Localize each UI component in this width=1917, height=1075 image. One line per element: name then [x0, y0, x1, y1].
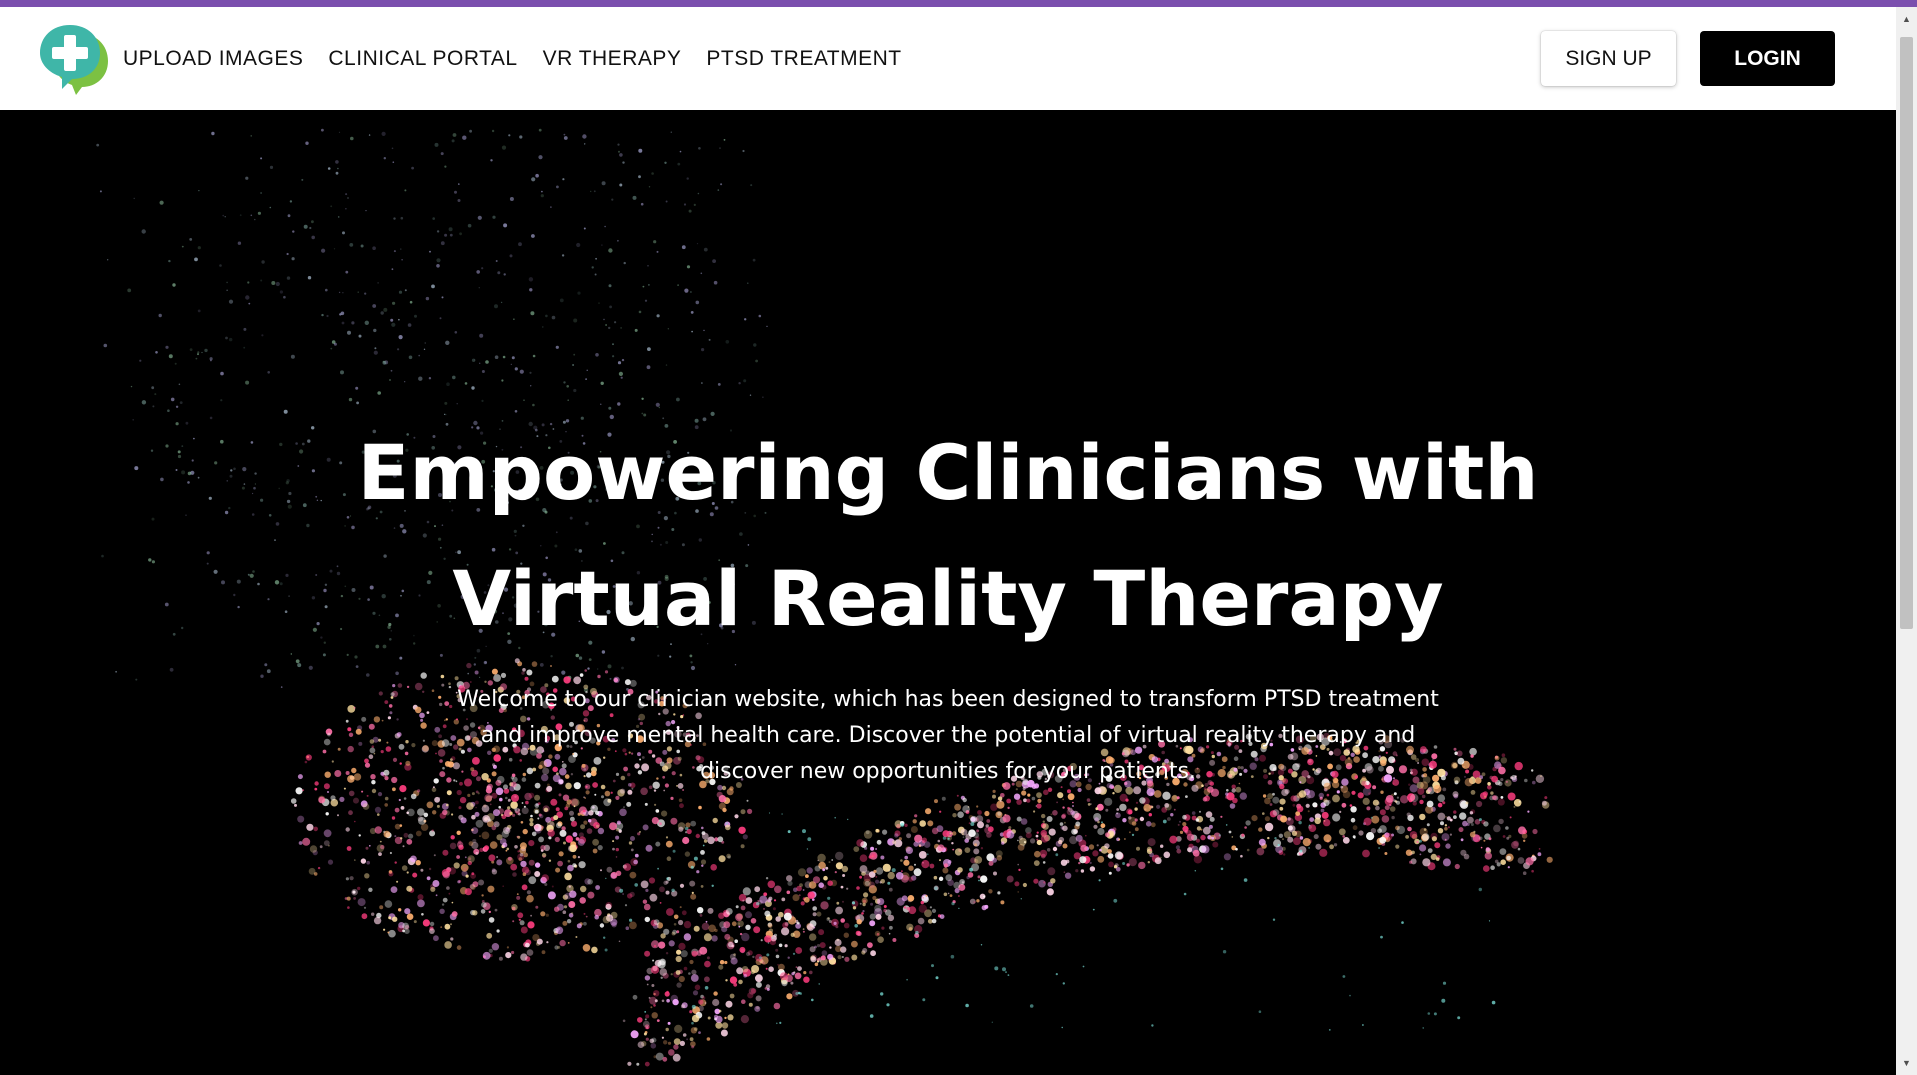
scroll-up-arrow-icon[interactable]: ▲	[1896, 9, 1917, 29]
login-button[interactable]: LOGIN	[1700, 31, 1835, 86]
scrollbar-thumb[interactable]	[1900, 37, 1913, 629]
navbar: UPLOAD IMAGES CLINICAL PORTAL VR THERAPY…	[0, 7, 1896, 110]
hero-title-line-1: Empowering Clinicians with	[357, 428, 1539, 517]
nav-ptsd-treatment[interactable]: PTSD TREATMENT	[706, 47, 901, 71]
scroll-down-arrow-icon[interactable]: ▼	[1896, 1053, 1917, 1073]
logo[interactable]	[38, 23, 110, 95]
hero-title: Empowering Clinicians with Virtual Reali…	[0, 410, 1896, 662]
nav-clinical-portal[interactable]: CLINICAL PORTAL	[328, 47, 517, 71]
speech-bubble-plus-icon	[40, 25, 108, 95]
primary-nav: UPLOAD IMAGES CLINICAL PORTAL VR THERAPY…	[123, 7, 902, 110]
hero-title-line-2: Virtual Reality Therapy	[452, 554, 1444, 643]
signup-button[interactable]: SIGN UP	[1541, 31, 1676, 86]
hero-subtitle: Welcome to our clinician website, which …	[457, 687, 1439, 784]
scrollbar[interactable]: ▲ ▼	[1896, 7, 1917, 1075]
top-accent-bar	[0, 0, 1917, 7]
nav-upload-images[interactable]: UPLOAD IMAGES	[123, 47, 303, 71]
nav-vr-therapy[interactable]: VR THERAPY	[543, 47, 682, 71]
hero-section: Empowering Clinicians with Virtual Reali…	[0, 110, 1896, 1075]
